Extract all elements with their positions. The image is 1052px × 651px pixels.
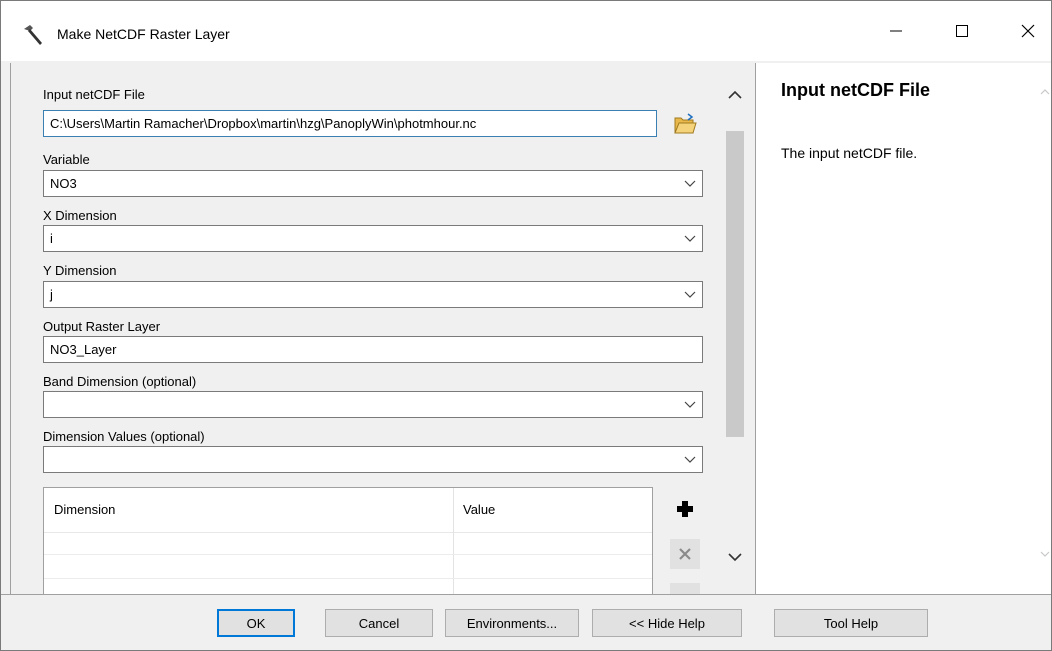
band-dimension-dropdown[interactable] bbox=[43, 391, 703, 418]
open-folder-icon bbox=[674, 113, 697, 134]
dimension-value-table[interactable]: Dimension Value bbox=[43, 487, 653, 594]
help-panel: Input netCDF File The input netCDF file. bbox=[755, 63, 1051, 594]
table-row bbox=[44, 578, 652, 579]
maximize-button[interactable] bbox=[939, 1, 985, 61]
input-file-value: C:\Users\Martin Ramacher\Dropbox\martin\… bbox=[50, 116, 477, 131]
column-header-dimension: Dimension bbox=[54, 502, 116, 517]
window-title: Make NetCDF Raster Layer bbox=[57, 26, 230, 42]
output-layer-value: NO3_Layer bbox=[50, 342, 117, 357]
column-header-value: Value bbox=[463, 502, 496, 517]
help-text: The input netCDF file. bbox=[781, 145, 918, 161]
dimension-values-label: Dimension Values (optional) bbox=[43, 429, 205, 444]
hammer-icon bbox=[21, 23, 45, 47]
chevron-down-icon bbox=[684, 291, 696, 298]
output-layer-label: Output Raster Layer bbox=[43, 319, 161, 334]
tool-help-button[interactable]: Tool Help bbox=[774, 609, 928, 637]
band-dimension-label: Band Dimension (optional) bbox=[43, 374, 197, 389]
x-dimension-dropdown[interactable]: i bbox=[43, 225, 703, 252]
close-button[interactable] bbox=[1005, 1, 1051, 61]
x-dimension-value: i bbox=[50, 231, 53, 246]
help-scroll-up-icon[interactable] bbox=[1039, 87, 1051, 97]
variable-dropdown[interactable]: NO3 bbox=[43, 170, 703, 197]
chevron-down-icon bbox=[684, 456, 696, 463]
chevron-down-icon bbox=[684, 235, 696, 242]
chevron-down-icon bbox=[684, 401, 696, 408]
scrollbar-thumb[interactable] bbox=[726, 131, 744, 437]
input-file-field[interactable]: C:\Users\Martin Ramacher\Dropbox\martin\… bbox=[43, 110, 657, 137]
variable-label: Variable bbox=[43, 152, 90, 167]
table-row bbox=[44, 554, 652, 555]
y-dimension-dropdown[interactable]: j bbox=[43, 281, 703, 308]
environments-button[interactable]: Environments... bbox=[445, 609, 579, 637]
chevron-up-icon bbox=[728, 90, 742, 99]
close-icon bbox=[1021, 24, 1035, 38]
remove-x-icon bbox=[679, 548, 691, 560]
browse-button[interactable] bbox=[671, 109, 699, 139]
hide-help-button[interactable]: << Hide Help bbox=[592, 609, 742, 637]
chevron-down-icon bbox=[728, 553, 742, 562]
y-dimension-value: j bbox=[50, 287, 53, 302]
output-layer-field[interactable]: NO3_Layer bbox=[43, 336, 703, 363]
maximize-icon bbox=[956, 25, 968, 37]
minimize-icon bbox=[890, 30, 902, 32]
title-bar[interactable]: Make NetCDF Raster Layer bbox=[1, 1, 1051, 61]
plus-icon bbox=[677, 501, 693, 517]
minimize-button[interactable] bbox=[873, 1, 919, 61]
dialog-window: Make NetCDF Raster Layer Input netCDF Fi… bbox=[0, 0, 1052, 651]
parameters-scrollbar[interactable] bbox=[724, 81, 746, 594]
dimension-values-dropdown[interactable] bbox=[43, 446, 703, 473]
variable-value: NO3 bbox=[50, 176, 77, 191]
ok-button[interactable]: OK bbox=[217, 609, 295, 637]
add-row-button[interactable] bbox=[670, 494, 700, 524]
y-dimension-label: Y Dimension bbox=[43, 263, 117, 278]
move-row-button[interactable] bbox=[670, 583, 700, 594]
input-file-label: Input netCDF File bbox=[43, 87, 145, 102]
help-scroll-down-icon[interactable] bbox=[1039, 549, 1051, 559]
help-title: Input netCDF File bbox=[781, 80, 930, 100]
chevron-down-icon bbox=[684, 180, 696, 187]
parameters-panel: Input netCDF File C:\Users\Martin Ramach… bbox=[10, 63, 754, 594]
button-bar: OK Cancel Environments... << Hide Help T… bbox=[1, 594, 1051, 650]
x-dimension-label: X Dimension bbox=[43, 208, 117, 223]
table-header: Dimension Value bbox=[44, 488, 652, 533]
cancel-button[interactable]: Cancel bbox=[325, 609, 433, 637]
remove-row-button[interactable] bbox=[670, 539, 700, 569]
